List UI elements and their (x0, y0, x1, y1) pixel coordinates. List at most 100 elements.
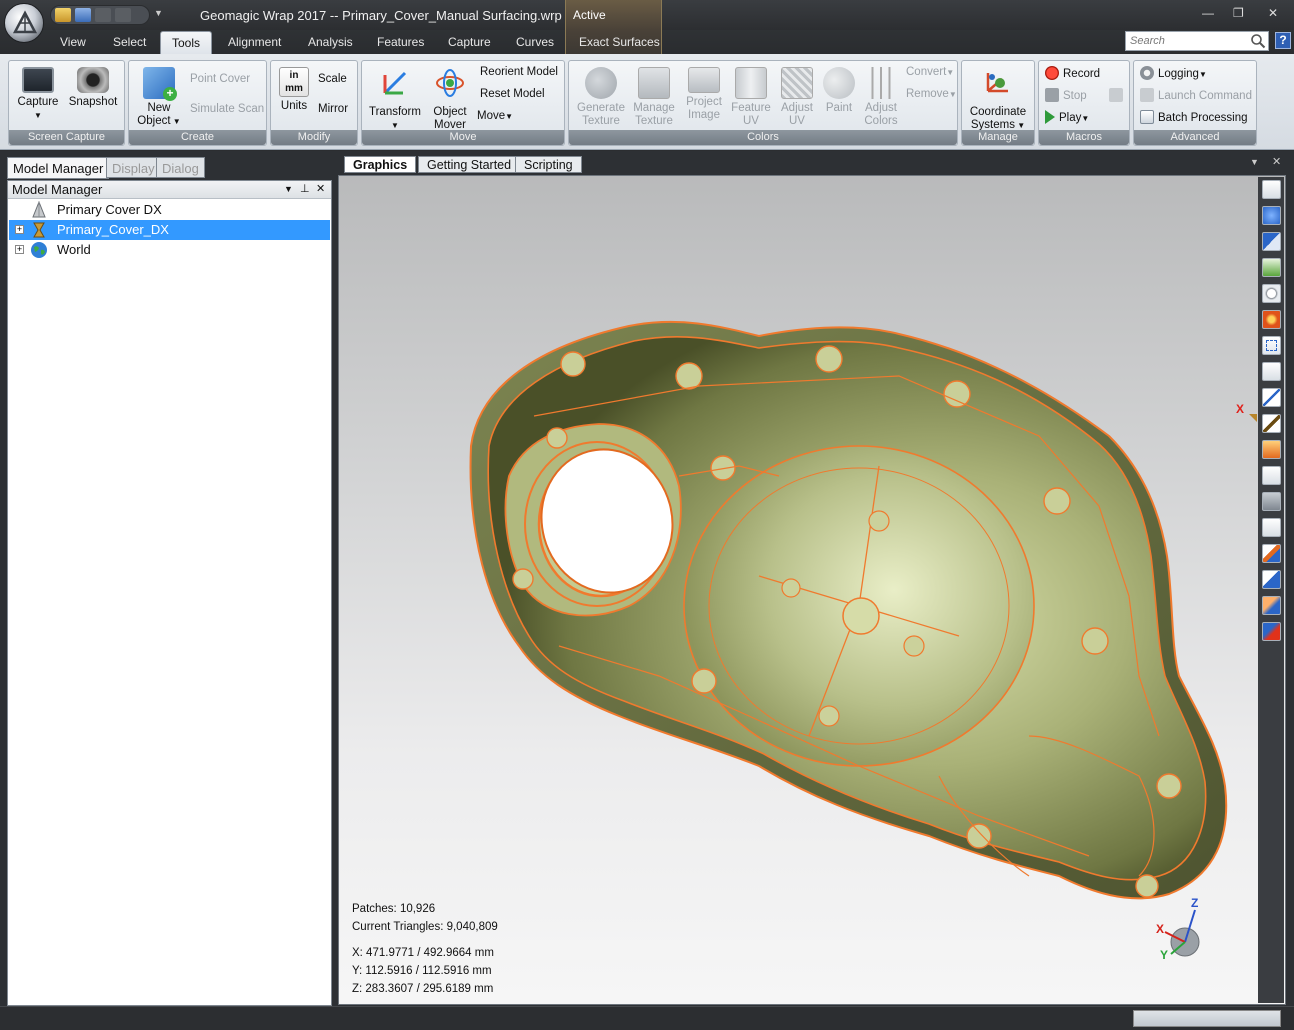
view-window-icon[interactable] (1262, 180, 1281, 199)
invert-selection-icon[interactable] (1262, 596, 1281, 615)
primary-cover-model[interactable] (339, 176, 1286, 1005)
object-mover-icon (436, 69, 464, 97)
tab-alignment[interactable]: Alignment (228, 35, 281, 49)
scale-button[interactable]: Scale (318, 73, 347, 85)
coordinate-systems-button[interactable]: Coordinate Systems ▼ (965, 67, 1031, 132)
feature-uv-button[interactable]: Feature UV (729, 67, 773, 128)
capture-button[interactable]: Capture ▼ (14, 67, 62, 122)
adjust-colors-button[interactable]: Adjust Colors (857, 67, 905, 128)
play-button[interactable]: Play▼ (1045, 110, 1089, 124)
rectangle-select-icon[interactable] (1262, 336, 1281, 355)
minimize-button[interactable]: — (1202, 6, 1214, 20)
open-file-icon[interactable] (55, 8, 71, 22)
expand-icon[interactable]: + (15, 245, 24, 254)
tree-item-world[interactable]: + World (9, 240, 330, 260)
manage-texture-button[interactable]: Manage Texture (627, 67, 681, 128)
select-all-icon[interactable] (1262, 544, 1281, 563)
reorient-model-button[interactable]: Reorient Model (480, 66, 558, 78)
tree-item-primary-cover-dx[interactable]: Primary Cover DX (9, 200, 330, 220)
lighting-icon[interactable] (1262, 310, 1281, 329)
fit-view-icon[interactable] (1262, 232, 1281, 251)
tab-tools[interactable]: Tools (160, 31, 213, 54)
tab-model-manager[interactable]: Model Manager (7, 157, 110, 179)
image-view-icon[interactable] (1262, 258, 1281, 277)
manage-texture-icon (638, 67, 670, 99)
tab-select[interactable]: Select (113, 35, 146, 49)
adjust-uv-button[interactable]: Adjust UV (775, 67, 819, 128)
macro-edit-icon[interactable] (1109, 88, 1123, 102)
tab-graphics[interactable]: Graphics (344, 156, 417, 173)
tab-scripting[interactable]: Scripting (515, 156, 582, 173)
delete-selection-icon[interactable] (1262, 622, 1281, 641)
new-object-button[interactable]: + New Object ▼ (133, 67, 185, 128)
tab-exact-surfaces[interactable]: Exact Surfaces (579, 35, 660, 49)
expand-icon[interactable]: + (15, 225, 24, 234)
patches-readout: Patches: 10,926 (352, 903, 436, 915)
paint-button[interactable]: Paint (821, 67, 857, 115)
search-icon[interactable] (1250, 33, 1266, 49)
tab-curves[interactable]: Curves (516, 35, 554, 49)
batch-processing-button[interactable]: Batch Processing (1140, 110, 1248, 124)
group-label-manage: Manage (962, 130, 1034, 145)
reset-model-button[interactable]: Reset Model (480, 88, 545, 100)
group-advanced: Logging▼ Launch Command Batch Processing… (1133, 60, 1257, 146)
tab-analysis[interactable]: Analysis (308, 35, 353, 49)
save-icon[interactable] (75, 8, 91, 22)
convert-button[interactable]: Convert▼ (906, 66, 954, 78)
line-select-icon[interactable] (1262, 388, 1281, 407)
tab-capture[interactable]: Capture (448, 35, 491, 49)
tree-item-primary-cover-dx-mesh[interactable]: + Primary_Cover_DX (9, 220, 330, 240)
pane-close-icon[interactable]: ✕ (1272, 155, 1281, 168)
lasso-select-icon[interactable] (1262, 362, 1281, 381)
pin-icon[interactable]: ⊥ (300, 182, 310, 195)
zoom-icon[interactable] (1262, 284, 1281, 303)
select-visible-icon[interactable] (1262, 518, 1281, 537)
stop-icon (1045, 88, 1059, 102)
select-none-icon[interactable] (1262, 570, 1281, 589)
point-cover-button[interactable]: Point Cover (190, 73, 250, 85)
units-button[interactable]: in mm Units (275, 67, 313, 113)
graphics-viewport[interactable]: Patches: 10,926 Current Triangles: 9,040… (338, 175, 1286, 1005)
status-bar (0, 1006, 1294, 1030)
quick-access-dropdown-icon[interactable]: ▼ (154, 8, 163, 18)
panel-close-icon[interactable]: ✕ (316, 182, 325, 195)
paintbrush-select-icon[interactable] (1262, 414, 1281, 433)
polyline-select-icon[interactable] (1262, 466, 1281, 485)
tab-dialog[interactable]: Dialog (156, 157, 205, 178)
object-mover-button[interactable]: Object Mover (426, 67, 474, 132)
mirror-button[interactable]: Mirror (318, 103, 348, 115)
project-image-button[interactable]: Project Image (679, 67, 729, 122)
transform-icon (383, 71, 407, 95)
pane-menu-icon[interactable]: ▼ (1250, 157, 1259, 167)
transform-button[interactable]: Transform ▼ (366, 67, 424, 132)
search-input[interactable]: Search (1125, 31, 1269, 51)
macro-list-icon[interactable] (1109, 66, 1123, 80)
orientation-triad[interactable]: Z X Y (1151, 896, 1211, 962)
record-icon (1045, 66, 1059, 80)
tab-features[interactable]: Features (377, 35, 424, 49)
rotate-view-icon[interactable] (1262, 206, 1281, 225)
snapshot-button[interactable]: Snapshot (67, 67, 119, 109)
redo-icon[interactable] (115, 8, 131, 22)
custom-region-icon[interactable] (1262, 440, 1281, 459)
select-through-icon[interactable] (1262, 492, 1281, 511)
close-button[interactable]: ✕ (1268, 6, 1278, 20)
record-button[interactable]: Record (1045, 66, 1100, 80)
mesh-object-icon (33, 222, 45, 238)
panel-menu-icon[interactable]: ▼ (284, 184, 293, 194)
launch-command-button[interactable]: Launch Command (1140, 88, 1252, 102)
project-image-icon (688, 67, 720, 93)
move-dropdown-button[interactable]: Move▼ (477, 110, 513, 122)
tab-display[interactable]: Display (106, 157, 161, 178)
undo-icon[interactable] (95, 8, 111, 22)
tab-getting-started[interactable]: Getting Started (418, 156, 521, 173)
help-button[interactable]: ? (1275, 32, 1291, 49)
simulate-scan-button[interactable]: Simulate Scan (190, 103, 264, 115)
restore-button[interactable]: ❐ (1233, 6, 1244, 20)
application-menu-button[interactable] (4, 3, 44, 43)
tab-view[interactable]: View (60, 35, 86, 49)
logging-button[interactable]: Logging▼ (1140, 66, 1207, 80)
generate-texture-button[interactable]: Generate Texture (573, 67, 629, 128)
remove-button[interactable]: Remove▼ (906, 88, 957, 100)
stop-button[interactable]: Stop (1045, 88, 1087, 102)
